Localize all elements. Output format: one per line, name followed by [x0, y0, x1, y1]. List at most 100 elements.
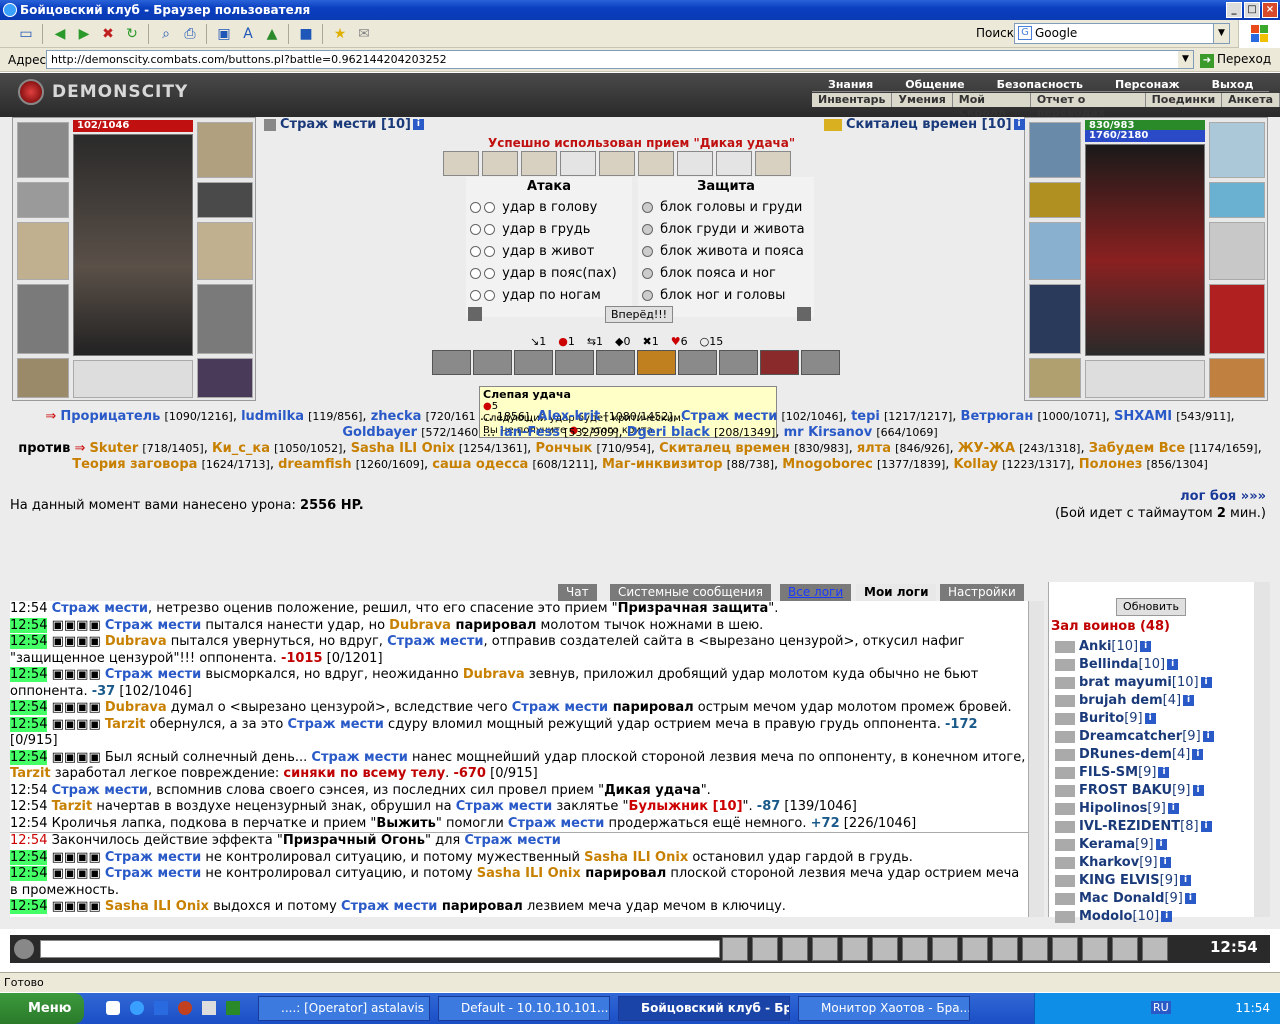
- favorites-star-icon[interactable]: ★: [330, 24, 350, 44]
- desktop-icon[interactable]: [154, 1001, 168, 1015]
- sound-button[interactable]: [902, 937, 928, 961]
- boots-slot[interactable]: [1209, 358, 1265, 398]
- block-chest-belly[interactable]: блок груди и живота: [638, 219, 814, 241]
- list-item[interactable]: brujah dem[4] i: [1055, 692, 1255, 710]
- tab-settings[interactable]: Настройки: [940, 584, 1024, 601]
- scroll-slots[interactable]: [1085, 360, 1205, 398]
- right-player-name[interactable]: Скиталец времен [10] i: [824, 117, 1025, 132]
- msg-button[interactable]: [1112, 937, 1138, 961]
- menu-otchet[interactable]: Отчет о переводах: [1031, 93, 1146, 119]
- forward-button[interactable]: Вперёд!!!: [605, 306, 673, 323]
- filter-button[interactable]: [782, 937, 808, 961]
- list-item[interactable]: IVL-REZIDENT[8] i: [1055, 818, 1255, 836]
- skill-slot[interactable]: [719, 350, 758, 375]
- address-input[interactable]: http://demonscity.combats.com/buttons.pl…: [46, 50, 1194, 69]
- block-belly-waist[interactable]: блок живота и пояса: [638, 241, 814, 263]
- warriors-scrollbar[interactable]: [1254, 582, 1270, 917]
- font-icon[interactable]: A: [238, 24, 258, 44]
- tab-my-logs[interactable]: Мои логи: [856, 584, 937, 601]
- chevron-down-icon[interactable]: ▼: [1178, 51, 1193, 68]
- armor-slot[interactable]: [1029, 284, 1081, 354]
- attack-head[interactable]: удар в голову: [466, 197, 632, 219]
- scroll-slot[interactable]: [443, 151, 479, 176]
- list-item[interactable]: Kharkov[9] i: [1055, 854, 1255, 872]
- preview-icon[interactable]: ⌕: [156, 24, 176, 44]
- attack-belly[interactable]: удар в живот: [466, 241, 632, 263]
- weapon-slot[interactable]: [17, 222, 69, 280]
- exit-button[interactable]: [1142, 937, 1168, 961]
- list-item[interactable]: Kerama[9] i: [1055, 836, 1255, 854]
- skill-slot[interactable]: [555, 350, 594, 375]
- gloves-slot[interactable]: [1209, 182, 1265, 218]
- maximize-button[interactable]: □: [1244, 2, 1260, 18]
- mail-icon[interactable]: ✉: [354, 24, 374, 44]
- menu-bezopasnost[interactable]: Безопасность: [980, 78, 1099, 92]
- attack-legs[interactable]: удар по ногам: [466, 285, 632, 307]
- menu-vykhod[interactable]: Выход: [1195, 78, 1270, 92]
- scroll-slots[interactable]: [73, 360, 193, 398]
- list-item[interactable]: FROST BAKU[9] i: [1055, 782, 1255, 800]
- crest-button[interactable]: [1052, 937, 1078, 961]
- go-button[interactable]: ➜ Переход: [1200, 52, 1271, 68]
- helmet-button[interactable]: [962, 937, 988, 961]
- list-item[interactable]: Dreamcatcher[9] i: [1055, 728, 1255, 746]
- block-head-chest[interactable]: блок головы и груди: [638, 197, 814, 219]
- new-page-icon[interactable]: ▭: [16, 24, 36, 44]
- tab-all-logs[interactable]: Все логи: [780, 584, 852, 601]
- skill-slot[interactable]: [596, 350, 635, 375]
- attack-chest[interactable]: удар в грудь: [466, 219, 632, 241]
- menu-scroll[interactable]: Мой Скролл: [953, 93, 1031, 119]
- list-item[interactable]: Hipolinos[9] i: [1055, 800, 1255, 818]
- block-legs-head[interactable]: блок ног и головы: [638, 285, 814, 307]
- fight-button[interactable]: [842, 937, 868, 961]
- amulet-slot[interactable]: [1209, 122, 1265, 178]
- app-icon[interactable]: [226, 1001, 240, 1015]
- helmet-slot[interactable]: [17, 122, 69, 178]
- save-button[interactable]: [812, 937, 838, 961]
- legs-slot[interactable]: [197, 284, 253, 354]
- refresh-defense-icon[interactable]: [797, 307, 811, 321]
- gloves-slot[interactable]: [197, 182, 253, 218]
- bracer-slot[interactable]: [17, 182, 69, 218]
- scroll-slot[interactable]: [521, 151, 557, 176]
- skill-slot[interactable]: [637, 350, 676, 375]
- scroll-slot[interactable]: [638, 151, 674, 176]
- shield-slot[interactable]: [1209, 222, 1265, 280]
- armor-slot[interactable]: [17, 284, 69, 354]
- tree-icon[interactable]: ▲: [262, 24, 282, 44]
- weapon-slot[interactable]: [1029, 222, 1081, 280]
- menu-znaniya[interactable]: Знания: [812, 78, 890, 92]
- legs-slot[interactable]: [1209, 284, 1265, 354]
- scroll-slot[interactable]: [482, 151, 518, 176]
- skill-slot[interactable]: [678, 350, 717, 375]
- skill-slot[interactable]: [514, 350, 553, 375]
- scroll-slot[interactable]: [599, 151, 635, 176]
- refresh-button[interactable]: Обновить: [1116, 598, 1186, 616]
- skill-slot[interactable]: [473, 350, 512, 375]
- chevron-down-icon[interactable]: ▼: [1213, 24, 1229, 43]
- tab-chat[interactable]: Чат: [558, 584, 597, 601]
- menu-poedinki[interactable]: Поединки: [1146, 93, 1223, 107]
- smiles-button[interactable]: [932, 937, 958, 961]
- task-combats[interactable]: Бойцовский клуб - Бр...: [618, 996, 790, 1021]
- menu-obshchenie[interactable]: Общение: [889, 78, 981, 92]
- list-item[interactable]: Mac Donald[9] i: [1055, 890, 1255, 908]
- speed-button[interactable]: [872, 937, 898, 961]
- belt-slot[interactable]: [17, 358, 69, 398]
- stop-icon[interactable]: ✖: [98, 24, 118, 44]
- attack-waist[interactable]: удар в пояс(пах): [466, 263, 632, 285]
- task-operator[interactable]: ....: [Operator] astalavis: [258, 996, 430, 1021]
- ie-icon[interactable]: [130, 1001, 144, 1015]
- print-icon[interactable]: ⎙: [180, 24, 200, 44]
- skill-slot[interactable]: [760, 350, 799, 375]
- app-icon[interactable]: [178, 1001, 192, 1015]
- menu-anketa[interactable]: Анкета: [1222, 93, 1280, 107]
- scroll-slot[interactable]: [560, 151, 596, 176]
- forward-icon[interactable]: ▶: [74, 24, 94, 44]
- list-item[interactable]: brat mayumi[10] i: [1055, 674, 1255, 692]
- back-icon[interactable]: ◀: [50, 24, 70, 44]
- start-button[interactable]: Меню: [0, 993, 84, 1024]
- image-icon[interactable]: ▣: [214, 24, 234, 44]
- menu-inventar[interactable]: Инвентарь: [812, 93, 893, 107]
- belt-slot[interactable]: [1029, 358, 1081, 398]
